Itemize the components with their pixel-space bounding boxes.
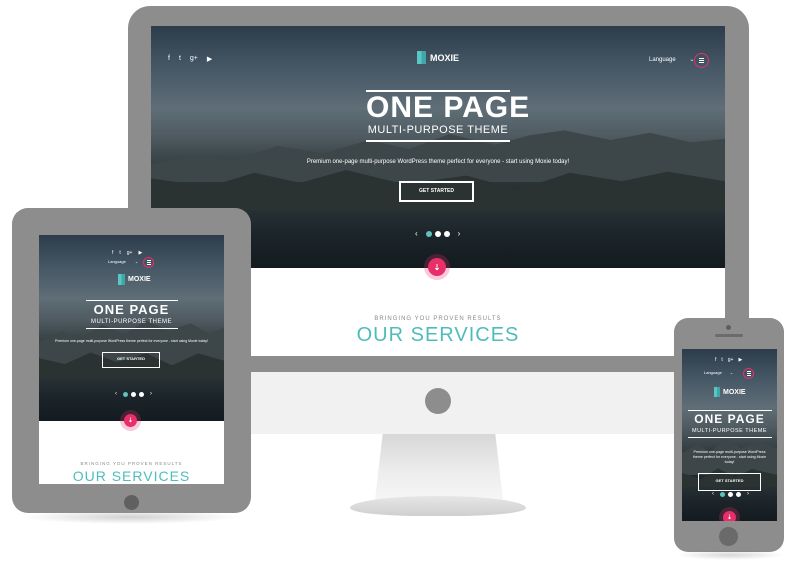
tablet-hero-tagline: Premium one-page multi-purpose WordPress… [54,339,209,343]
tablet-services-kicker: BRINGING YOU PROVEN RESULTS [80,461,183,466]
phone-social-links: f t g+ ▶ [715,357,742,363]
language-label: Language [704,370,722,375]
phone-menu-button[interactable] [743,368,754,379]
chevron-down-icon: ⌄ [134,259,139,264]
phone-hero: f t g+ ▶ Language ⌄ MOXIE ONE PAGE MULTI… [682,349,777,521]
twitter-icon[interactable]: t [179,55,181,63]
monitor-stand [375,434,503,500]
slider-dot-2[interactable] [434,230,441,237]
facebook-icon[interactable]: f [715,357,716,363]
slider-next-arrow[interactable]: › [747,491,749,497]
phone-get-started-button[interactable]: GET STARTED [698,473,761,491]
slider-prev-arrow[interactable]: ‹ [415,229,418,238]
logo-cube-icon [714,387,720,397]
language-label: Language [649,57,676,63]
desktop-get-started-button[interactable]: GET STARTED [399,181,474,202]
tablet-social-links: f t g+ ▶ [112,250,142,256]
hero-title: ONE PAGE [694,412,765,426]
phone-camera [726,325,731,330]
phone-home-button [719,527,738,546]
youtube-icon[interactable]: ▶ [207,55,212,63]
logo-cube-icon [118,274,125,285]
heading-rule-bottom [687,437,772,438]
tablet-services-title: OUR SERVICES [72,468,191,484]
slider-dot-3[interactable] [443,230,450,237]
desktop-logo[interactable]: MOXIE [417,51,459,64]
youtube-icon[interactable]: ▶ [738,357,742,363]
tablet-language-selector[interactable]: Language ⌄ [108,259,138,264]
slider-next-arrow[interactable]: › [458,229,461,238]
tablet-get-started-button[interactable]: GET STARTED [102,352,160,368]
monitor-base [350,496,526,516]
chevron-down-icon: ⌄ [729,370,734,375]
phone-language-selector[interactable]: Language ⌄ [704,370,733,375]
hero-subtitle: MULTI-PURPOSE THEME [91,319,172,325]
tablet-menu-button[interactable] [143,257,154,268]
slider-dot-1[interactable] [123,391,128,397]
slider-next-arrow[interactable]: › [150,391,152,397]
tablet-scroll-down-button[interactable]: ⇣ [124,414,137,427]
twitter-icon[interactable]: t [721,357,722,363]
facebook-icon[interactable]: f [168,55,170,63]
hamburger-menu-icon [746,371,751,376]
heading-rule-top [85,300,178,301]
slider-dot-2[interactable] [728,491,733,497]
desktop-brand-text: MOXIE [430,52,460,63]
google-plus-icon[interactable]: g+ [127,250,133,256]
phone-hero-tagline: Premium one-page multi-purpose WordPress… [692,450,767,464]
monitor-power-button [425,388,451,414]
tablet-hero-heading: ONE PAGE MULTI-PURPOSE THEME [85,300,178,329]
hamburger-menu-icon [146,260,151,265]
desktop-language-selector[interactable]: Language ⌄ [649,56,694,63]
slider-dot-1[interactable] [425,230,432,237]
arrow-down-icon: ⇣ [127,418,134,424]
hero-title: ONE PAGE [93,302,170,317]
phone-logo[interactable]: MOXIE [714,387,746,397]
hero-subtitle: MULTI-PURPOSE THEME [692,428,767,434]
slider-dot-3[interactable] [736,491,741,497]
google-plus-icon[interactable]: g+ [190,55,198,63]
desktop-slider-dots: ‹ › [415,229,460,238]
slider-prev-arrow[interactable]: ‹ [115,391,117,397]
google-plus-icon[interactable]: g+ [728,357,734,363]
desktop-scroll-down-button[interactable]: ⇣ [428,258,446,276]
arrow-down-icon: ⇣ [433,262,441,272]
slider-dot-3[interactable] [139,391,144,397]
youtube-icon[interactable]: ▶ [138,250,142,256]
tablet-home-button [124,495,139,510]
slider-prev-arrow[interactable]: ‹ [712,491,714,497]
hero-title: ONE PAGE [366,91,531,124]
phone-shadow [676,550,784,560]
phone-speaker [715,334,743,337]
tablet-logo[interactable]: MOXIE [118,274,151,285]
desktop-menu-button[interactable] [694,53,709,68]
arrow-down-icon: ⇣ [726,515,733,521]
desktop-social-links: f t g+ ▶ [168,55,212,63]
tablet-slider-dots: ‹ › [115,391,152,397]
tablet-screen: f t g+ ▶ Language ⌄ MOXIE ONE PAGE MULTI… [39,235,224,484]
phone-slider-dots: ‹ › [712,491,749,497]
desktop-hero-heading: ONE PAGE MULTI-PURPOSE THEME [366,90,531,142]
slider-dot-2[interactable] [131,391,136,397]
language-label: Language [108,259,126,264]
twitter-icon[interactable]: t [119,250,120,256]
heading-rule-bottom [366,140,510,142]
heading-rule-bottom [85,328,178,329]
slider-dot-1[interactable] [720,491,725,497]
desktop-hero-tagline: Premium one-page multi-purpose WordPress… [306,159,570,165]
facebook-icon[interactable]: f [112,250,113,256]
tablet-hero: f t g+ ▶ Language ⌄ MOXIE ONE PAGE MULTI… [39,235,224,421]
phone-screen: f t g+ ▶ Language ⌄ MOXIE ONE PAGE MULTI… [682,349,777,521]
phone-scroll-down-button[interactable]: ⇣ [723,511,736,521]
phone-brand-text: MOXIE [723,388,746,396]
tablet-brand-text: MOXIE [128,276,151,283]
hamburger-menu-icon [699,58,704,63]
hero-subtitle: MULTI-PURPOSE THEME [367,124,509,136]
logo-cube-icon [417,51,426,64]
phone-hero-heading: ONE PAGE MULTI-PURPOSE THEME [687,410,772,438]
